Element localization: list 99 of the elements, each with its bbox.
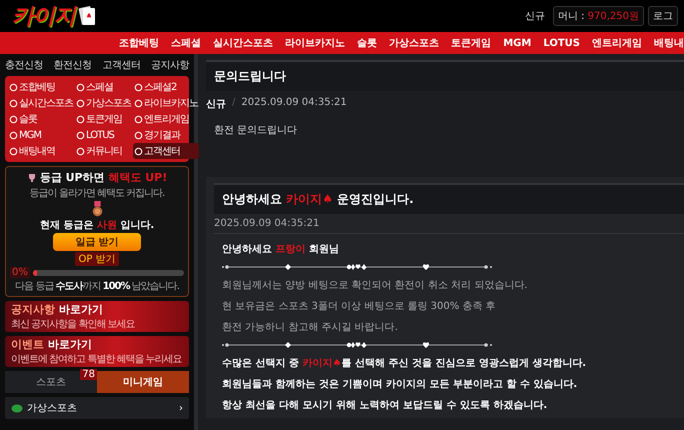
- promo-banner[interactable]: 이벤트 바로가기 이벤트에 참여하고 특별한 혜택을 누리세요: [5, 336, 189, 367]
- circle-icon: [134, 130, 143, 140]
- circle-icon: [9, 146, 18, 156]
- grade-title: 등급 UP하면 혜택도 UP!: [40, 170, 168, 185]
- menu-label: 슬롯: [19, 113, 37, 126]
- daily-bonus-button[interactable]: 일급 받기: [53, 233, 141, 251]
- chevron-icon: ›: [179, 402, 183, 414]
- post-title: 문의드립니다: [206, 60, 684, 91]
- menu-label: 엔트리게임: [144, 113, 189, 126]
- ball-icon: [11, 404, 23, 412]
- separator-text: /: [232, 97, 236, 110]
- banner-title: 이벤트 바로가기: [11, 337, 93, 352]
- menu-item[interactable]: 경기결과: [133, 127, 199, 143]
- circle-icon: [76, 114, 85, 124]
- menu-item[interactable]: 스페셜2: [133, 79, 199, 95]
- menu-label: 경기결과: [144, 129, 180, 142]
- menu-item[interactable]: 슬롯: [8, 111, 74, 127]
- playing-cards-icon: [77, 5, 97, 27]
- circle-icon: [134, 82, 143, 92]
- menu-label: 토큰게임: [86, 113, 122, 126]
- menu-item[interactable]: 엔트리게임: [133, 111, 199, 127]
- menu-item[interactable]: 조합베팅: [8, 79, 74, 95]
- signup-link[interactable]: 신규: [520, 7, 549, 25]
- quick-link[interactable]: 고객센터: [102, 58, 140, 72]
- reply-text: 수많은 선택지 중 카이지♠를 선택해 주신 것을 진심으로 영광스럽게 생각합니다.: [222, 357, 588, 370]
- status-label: 신규: [206, 98, 226, 111]
- menu-label: MGM: [19, 130, 42, 140]
- next-grade-text: 다음 등급 수도사까지 100% 남았습니다.: [15, 280, 179, 293]
- menu-item[interactable]: MGM: [8, 127, 74, 143]
- banner-title: 공지사항 바로가기: [11, 302, 104, 317]
- nav-item[interactable]: LOTUS: [543, 38, 580, 48]
- nav-item[interactable]: 토큰게임: [451, 36, 492, 50]
- reply-title: 안녕하세요 카이지♠ 운영진입니다.: [214, 183, 684, 214]
- medal-icon: [90, 201, 104, 217]
- menu-item[interactable]: 실시간스포츠: [8, 95, 74, 111]
- menu-item[interactable]: 커뮤니티: [75, 143, 132, 159]
- reply-date: 2025.09.09 04:35:21: [214, 214, 684, 234]
- menu-label: 배팅내역: [19, 145, 55, 158]
- menu-item[interactable]: 스페셜: [75, 79, 132, 95]
- menu-label: 조합베팅: [19, 81, 55, 94]
- reply-text: 환전 가능하니 참고해 주시길 바랍니다.: [222, 321, 399, 334]
- menu-label: 실시간스포츠: [19, 97, 73, 110]
- trophy-icon: [26, 172, 37, 182]
- reply-text: 회원님께서는 양방 베팅으로 확인되어 환전이 취소 처리 되었습니다.: [222, 279, 528, 292]
- promo-banner[interactable]: 공지사항 바로가기 최신 공지사항을 확인해 보세요: [5, 301, 189, 332]
- nav-item[interactable]: 스페셜: [171, 36, 202, 50]
- nav-item[interactable]: 슬롯: [357, 36, 378, 50]
- circle-icon: [134, 114, 143, 124]
- tab[interactable]: 미니게임: [97, 371, 189, 393]
- progress-percent: 0%: [10, 267, 30, 278]
- logo-text[interactable]: 카이지: [12, 1, 75, 31]
- circle-icon: [76, 98, 85, 108]
- circle-icon: [9, 130, 18, 140]
- menu-item[interactable]: 가상스포츠: [75, 95, 132, 111]
- nav-item[interactable]: 배팅내: [654, 36, 684, 50]
- nav-item[interactable]: MGM: [503, 38, 532, 48]
- money-display[interactable]: 머니 : 970,250원: [552, 6, 644, 26]
- item-label: 가상스포츠: [27, 402, 77, 415]
- quick-link[interactable]: 충전신청: [5, 58, 43, 72]
- post-body: 환전 문의드립니다: [213, 124, 298, 138]
- count-badge: 78: [80, 369, 97, 380]
- nav-item[interactable]: 가상스포츠: [389, 36, 440, 50]
- sidebar-item[interactable]: 가상스포츠 ›: [5, 397, 189, 419]
- login-button[interactable]: 로그: [648, 6, 678, 26]
- points-badge: OP 받기: [75, 252, 119, 266]
- nav-item[interactable]: 엔트리게임: [592, 36, 642, 50]
- reply-text: 안녕하세요 프랑이 회원님: [222, 243, 340, 256]
- nav-item[interactable]: 라이브카지노: [285, 36, 346, 50]
- circle-icon: [9, 82, 18, 92]
- tab[interactable]: 스포츠 78: [5, 371, 97, 393]
- circle-icon: [134, 146, 143, 156]
- nav-item[interactable]: 실시간스포츠: [213, 36, 274, 50]
- nav-item[interactable]: 조합베팅: [119, 36, 160, 50]
- banner-subtitle: 최신 공지사항을 확인해 보세요: [11, 318, 136, 331]
- menu-item[interactable]: 토큰게임: [75, 111, 132, 127]
- menu-label: 스페셜: [86, 81, 113, 94]
- menu-item[interactable]: 배팅내역: [8, 143, 74, 159]
- grade-subtitle: 등급이 올라가면 혜택도 커집니다.: [30, 187, 164, 200]
- quick-link[interactable]: 공지사항: [150, 58, 189, 72]
- menu-item[interactable]: LOTUS: [75, 127, 132, 143]
- quick-link[interactable]: 환전신청: [54, 58, 92, 72]
- reply-text: 회원님들과 함께하는 것은 기쁨이며 카이지의 모든 부분이라고 할 수 있습니다.: [222, 378, 578, 391]
- circle-icon: [9, 98, 18, 108]
- reply-text: 항상 최선을 다해 모시기 위해 노력하여 보답드릴 수 있도록 하겠습니다.: [222, 399, 548, 412]
- circle-icon: [76, 130, 85, 140]
- menu-label: 가상스포츠: [86, 97, 131, 110]
- menu-item[interactable]: 고객센터: [133, 143, 199, 159]
- menu-label: 커뮤니티: [86, 145, 122, 158]
- circle-icon: [9, 114, 18, 124]
- banner-subtitle: 이벤트에 참여하고 특별한 혜택을 누리세요: [11, 353, 183, 366]
- circle-icon: [76, 146, 85, 156]
- post-date: 2025.09.09 04:35:21: [241, 97, 347, 110]
- menu-label: LOTUS: [86, 130, 114, 140]
- reply-text: 현 보유금은 스포츠 3폴더 이상 베팅으로 롤링 300% 충족 후: [222, 300, 497, 313]
- circle-icon: [134, 98, 143, 108]
- menu-label: 스페셜2: [144, 81, 176, 94]
- grade-status: 현재 등급은 사원 입니다.: [40, 219, 154, 232]
- circle-icon: [76, 82, 85, 92]
- menu-label: 고객센터: [144, 145, 180, 158]
